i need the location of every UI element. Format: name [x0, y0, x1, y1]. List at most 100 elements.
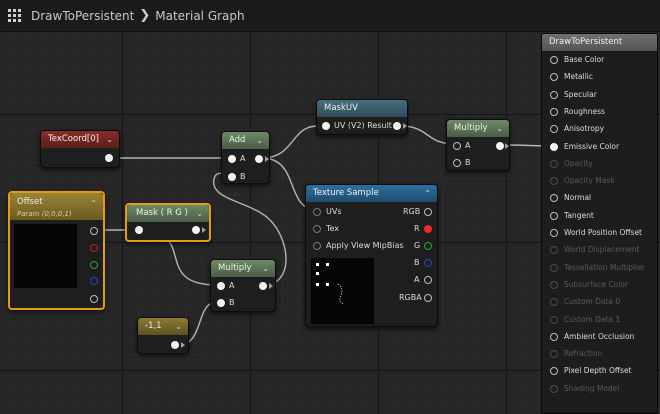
texture-output-a-pin[interactable]	[424, 276, 432, 284]
add-output-pin[interactable]	[255, 155, 263, 163]
multiply-top-input-b-pin[interactable]	[453, 159, 461, 167]
maskuv-output-pin[interactable]	[393, 122, 401, 130]
multiply-bottom-title: Multiply ⌄	[211, 260, 275, 277]
maskuv-title-text: MaskUV	[324, 103, 358, 113]
chevron-up-icon[interactable]: ⌃	[424, 185, 431, 202]
texcoord-node[interactable]: TexCoord[0] ⌄	[40, 130, 120, 168]
result-input-pin	[550, 177, 558, 186]
chevron-down-icon[interactable]: ⌄	[262, 260, 269, 277]
mask-node[interactable]: Mask ( R G ) ⌄	[125, 203, 211, 242]
constant-node[interactable]: -1,1 ⌄	[137, 317, 189, 354]
texture-output-rgb-pin[interactable]	[424, 208, 432, 216]
maskuv-input-pin[interactable]	[322, 122, 330, 130]
result-pin-row[interactable]: Specular	[548, 88, 656, 102]
result-node[interactable]: DrawToPersistent Base Color Metallic Specu…	[541, 33, 658, 414]
texture-output-rgba-pin[interactable]	[424, 294, 432, 302]
breadcrumb-asset[interactable]: DrawToPersistent	[31, 9, 134, 23]
result-input-pin[interactable]	[550, 229, 558, 237]
add-title-text: Add	[229, 135, 246, 145]
maskuv-title: MaskUV	[317, 100, 407, 117]
result-input-pin[interactable]	[550, 194, 558, 203]
result-input-pin[interactable]	[550, 56, 558, 64]
offset-output-b-pin[interactable]	[90, 277, 98, 285]
result-pin-label: World Displacement	[564, 245, 640, 255]
texture-input-tex-label: Tex	[326, 224, 340, 233]
multiply-bottom-output-arrow-icon	[269, 283, 273, 289]
result-pin-row[interactable]: Normal	[548, 191, 656, 205]
result-input-pin[interactable]	[550, 125, 558, 134]
result-input-pin[interactable]	[550, 367, 558, 376]
add-title: Add ⌄	[222, 132, 269, 149]
result-pin-row[interactable]: Emissive Color	[548, 140, 656, 154]
texture-input-uvs-label: UVs	[326, 207, 342, 216]
offset-output-r-pin[interactable]	[90, 244, 98, 252]
chevron-down-icon[interactable]: ⌄	[175, 318, 182, 335]
texture-output-g-pin[interactable]	[424, 242, 432, 250]
chevron-down-icon[interactable]: ⌄	[106, 131, 113, 148]
result-pin-row: Subsurface Color	[548, 278, 656, 292]
breadcrumb-graph[interactable]: Material Graph	[155, 9, 244, 23]
chevron-up-icon[interactable]: ⌃	[90, 198, 97, 210]
result-pin-label: Shading Model	[564, 383, 620, 393]
chevron-down-icon[interactable]: ⌄	[196, 205, 203, 222]
multiply-bottom-input-a-pin[interactable]	[217, 282, 225, 290]
result-pin-row[interactable]: Ambient Occlusion	[548, 330, 656, 344]
offset-title-text: Offset	[17, 197, 43, 207]
texture-sample-node[interactable]: Texture Sample ⌃ UVs Tex Apply View MipB…	[305, 184, 438, 327]
multiply-bottom-input-b-pin[interactable]	[217, 299, 225, 307]
result-pin-label: World Position Offset	[564, 228, 642, 237]
texture-output-r-pin[interactable]	[424, 225, 432, 233]
multiply-bottom-node[interactable]: Multiply ⌄ A B	[210, 259, 276, 312]
offset-output-g-pin[interactable]	[90, 261, 98, 269]
texture-output-rgba-label: RGBA	[399, 293, 422, 302]
mask-input-pin[interactable]	[135, 226, 143, 234]
result-pin-label: Metallic	[564, 72, 593, 82]
offset-output-rgb-pin[interactable]	[90, 227, 98, 235]
multiply-top-output-pin[interactable]	[496, 142, 504, 150]
texture-output-b-pin[interactable]	[424, 259, 432, 267]
result-pin-row[interactable]: Tangent	[548, 209, 656, 223]
add-node[interactable]: Add ⌄ A B	[221, 131, 270, 184]
multiply-top-input-a-pin[interactable]	[453, 142, 461, 150]
multiply-bottom-input-a-label: A	[229, 281, 235, 290]
result-pin-label: Emissive Color	[564, 141, 620, 151]
add-output-arrow-icon	[265, 156, 269, 162]
result-input-pin[interactable]	[550, 332, 558, 341]
result-input-pin	[550, 315, 558, 324]
texture-input-tex-pin[interactable]	[313, 225, 321, 233]
result-input-pin[interactable]	[550, 211, 558, 220]
mask-output-pin[interactable]	[192, 226, 200, 234]
result-pin-label: Custom Data 1	[564, 314, 621, 324]
add-input-a-pin[interactable]	[228, 155, 236, 163]
result-pin-row: Custom Data 1	[548, 313, 656, 327]
result-pin-row[interactable]: Roughness	[548, 105, 656, 119]
multiply-top-title-text: Multiply	[454, 123, 488, 133]
multiply-bottom-input-b-label: B	[229, 298, 235, 307]
result-pin-row: Shading Model	[548, 382, 656, 396]
result-input-pin[interactable]	[550, 142, 558, 151]
multiply-bottom-title-text: Multiply	[218, 263, 252, 273]
result-input-pin[interactable]	[550, 107, 558, 116]
maskuv-node[interactable]: MaskUV UV (V2) Result	[316, 99, 408, 135]
texture-input-uvs-pin[interactable]	[313, 208, 321, 216]
result-pin-row[interactable]: Base Color	[548, 53, 656, 67]
result-pin-label: Roughness	[564, 106, 605, 116]
result-pin-row[interactable]: World Position Offset	[548, 226, 656, 240]
result-pin-row[interactable]: Pixel Depth Offset	[548, 364, 656, 378]
result-input-pin[interactable]	[550, 90, 558, 99]
multiply-top-node[interactable]: Multiply ⌄ A B	[446, 119, 510, 171]
offset-output-a-pin[interactable]	[90, 295, 98, 303]
result-pin-row[interactable]: Anisotropy	[548, 122, 656, 136]
texture-input-mipbias-pin[interactable]	[313, 242, 321, 250]
offset-node[interactable]: Offset Param (0,0,0,1) ⌃	[8, 191, 105, 310]
result-pin-label: Specular	[564, 89, 597, 99]
chevron-down-icon[interactable]: ⌄	[256, 132, 263, 149]
result-input-pin[interactable]	[550, 73, 558, 82]
texcoord-output-pin[interactable]	[105, 154, 113, 162]
add-input-b-pin[interactable]	[228, 173, 236, 181]
chevron-down-icon[interactable]: ⌄	[496, 120, 503, 137]
multiply-bottom-output-pin[interactable]	[259, 282, 267, 290]
texture-output-a-label: A	[414, 275, 420, 284]
constant-output-pin[interactable]	[171, 341, 179, 349]
result-pin-row[interactable]: Metallic	[548, 70, 656, 84]
